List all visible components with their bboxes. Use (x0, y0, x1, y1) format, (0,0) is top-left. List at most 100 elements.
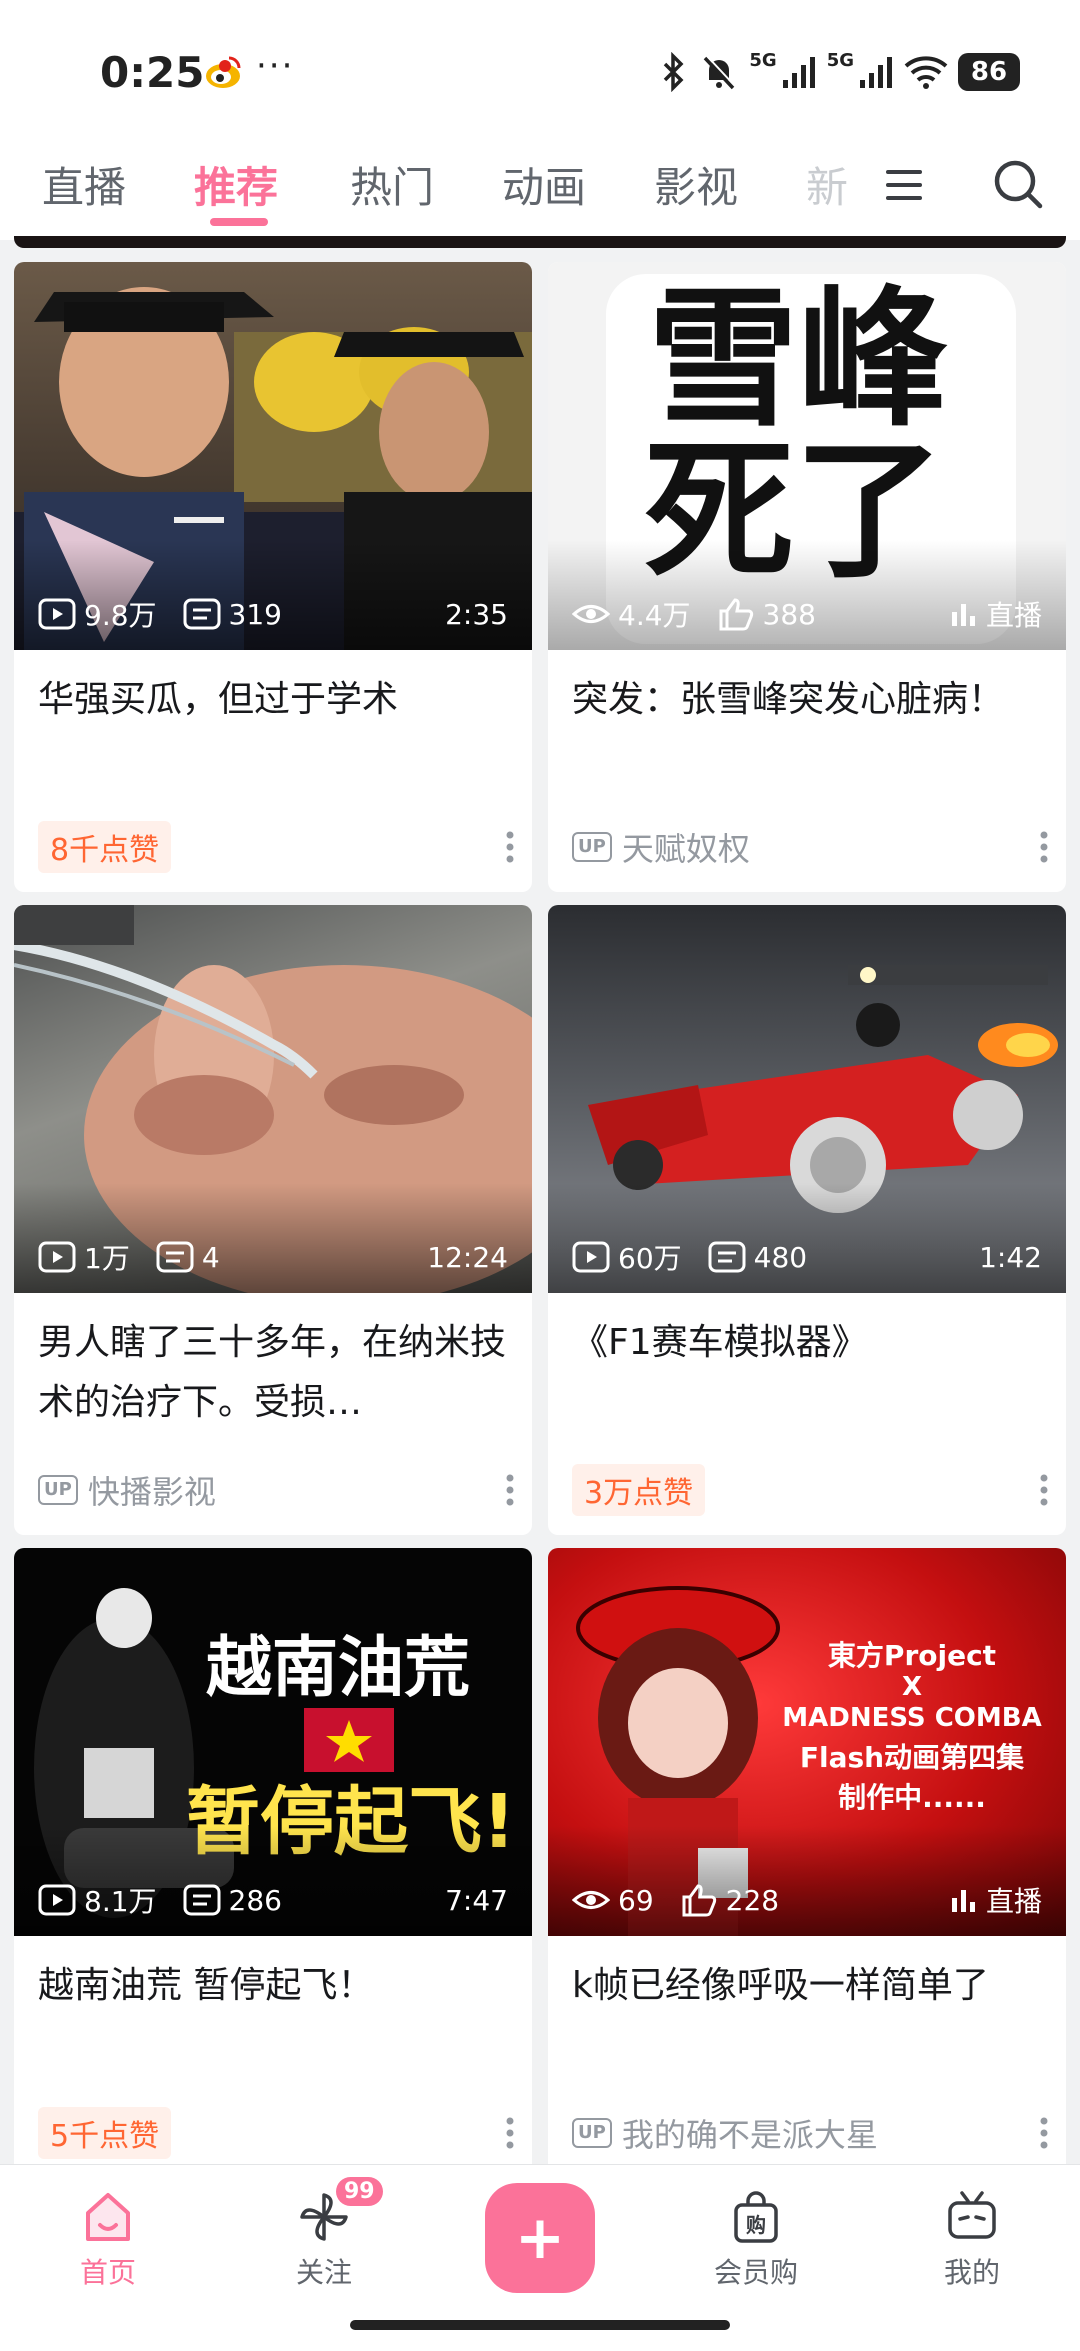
video-stats: 1万 4 12:24 (38, 1237, 508, 1277)
play-icon (38, 1884, 76, 1916)
view-count: 69 (572, 1883, 654, 1917)
more-options-icon[interactable] (504, 2115, 516, 2151)
like-count-value: 388 (762, 597, 816, 631)
tabbar-follow-label: 关注 (295, 2256, 352, 2289)
uploader-name: 我的确不是派大星 (621, 2116, 878, 2154)
like-count: 228 (680, 1883, 779, 1917)
video-card[interactable]: 60万 480 1:42 《F1赛车模拟器》 3万点赞 (548, 905, 1066, 1535)
more-options-icon[interactable] (504, 829, 516, 865)
tabbar-home-label: 首页 (79, 2256, 136, 2289)
tab-recommend[interactable]: 推荐 (194, 158, 278, 218)
video-title[interactable]: 男人瞎了三十多年，在纳米技术的治疗下。受损… (38, 1313, 508, 1433)
thumbnail-caption: 東方Project X MADNESS COMBA Flash动画第四集 制作中… (762, 1636, 1062, 1818)
thumbnail-text-line5: 制作中...... (838, 1781, 986, 1814)
live-tag-label: 直播 (985, 1885, 1042, 1918)
uploader-name: 天赋奴权 (621, 830, 750, 868)
tabbar-vip-shop[interactable]: 购 会员购 (686, 2187, 826, 2291)
tabbar-mine[interactable]: 我的 (902, 2187, 1042, 2291)
view-count-value: 69 (618, 1883, 654, 1917)
play-count: 1万 (38, 1237, 130, 1277)
network-label-2: 5G (826, 49, 854, 71)
previous-card-edge (14, 236, 1066, 248)
video-thumbnail: 60万 480 1:42 (548, 905, 1066, 1293)
danmaku-count-value: 319 (228, 597, 282, 631)
plus-icon: + (514, 2203, 566, 2273)
play-count-value: 1万 (84, 1242, 130, 1275)
card-footer: 3万点赞 (572, 1464, 1050, 1516)
danmaku-count: 286 (183, 1883, 282, 1917)
video-duration: 1:42 (979, 1240, 1042, 1274)
live-bars-icon (951, 1890, 975, 1912)
video-stats: 4.4万 388 直播 (572, 594, 1042, 634)
card-footer: UP 快播影视 (38, 1465, 516, 1515)
play-count: 9.8万 (38, 594, 157, 634)
more-options-icon[interactable] (1038, 829, 1050, 865)
thumbnail-text-line1: 雪峰 (648, 273, 949, 447)
video-title[interactable]: 越南油荒 暂停起飞！ (38, 1956, 508, 2016)
wifi-icon (904, 56, 948, 89)
danmaku-icon (183, 1884, 221, 1916)
video-thumbnail: 東方Project X MADNESS COMBA Flash动画第四集 制作中… (548, 1548, 1066, 1936)
tab-hot[interactable]: 热门 (350, 158, 434, 218)
like-count: 388 (717, 597, 816, 631)
video-card[interactable]: 9.8万 319 2:35 华强买瓜，但过于学术 8千点赞 (14, 262, 532, 892)
video-duration: 7:47 (445, 1883, 508, 1917)
likes-badge: 3万点赞 (572, 1464, 706, 1516)
video-stats: 8.1万 286 7:47 (38, 1880, 508, 1920)
more-options-icon[interactable] (1038, 1472, 1050, 1508)
uploader[interactable]: UP 天赋奴权 (572, 824, 750, 870)
shopping-bag-icon-char: 购 (746, 2213, 766, 2237)
more-options-icon[interactable] (1038, 2115, 1050, 2151)
up-badge-icon: UP (572, 832, 612, 862)
video-thumbnail: 越南油荒 暂停起飞! 8.1万 286 7:47 (14, 1548, 532, 1936)
bluetooth-icon (664, 52, 684, 92)
tab-new[interactable]: 新 (806, 158, 848, 218)
tab-film[interactable]: 影视 (654, 158, 738, 218)
video-card[interactable]: 東方Project X MADNESS COMBA Flash动画第四集 制作中… (548, 1548, 1066, 2178)
uploader-name: 快播影视 (87, 1473, 216, 1511)
play-icon (38, 1241, 76, 1273)
notification-badge: 99 (336, 2177, 383, 2206)
danmaku-count-value: 480 (753, 1240, 808, 1274)
create-post-button[interactable]: + (485, 2183, 595, 2293)
danmaku-count: 4 (156, 1240, 220, 1274)
thumbnail-text-line1: 越南油荒 (206, 1629, 470, 1706)
search-icon[interactable] (990, 156, 1046, 212)
danmaku-count: 480 (708, 1240, 807, 1274)
active-tab-indicator (210, 218, 268, 226)
video-thumbnail: 9.8万 319 2:35 (14, 262, 532, 650)
live-tag: 直播 (950, 594, 1042, 634)
thumbs-up-icon (719, 598, 753, 631)
uploader[interactable]: UP 我的确不是派大星 (572, 2110, 878, 2156)
likes-badge: 5千点赞 (38, 2107, 172, 2159)
video-thumbnail: 雪峰 死了 4.4万 388 直播 (548, 262, 1066, 650)
thumbs-up-icon (682, 1884, 716, 1917)
play-count: 8.1万 (38, 1880, 157, 1920)
shopping-bag-icon: 购 (734, 2191, 778, 2243)
network-label-1: 5G (749, 49, 777, 71)
video-title[interactable]: 华强买瓜，但过于学术 (38, 670, 508, 730)
video-card[interactable]: 雪峰 死了 4.4万 388 直播 突发：张雪峰突发心脏病！ UP 天赋奴权 (548, 262, 1066, 892)
live-tag-label: 直播 (985, 599, 1042, 632)
play-icon (38, 598, 76, 630)
menu-icon[interactable] (880, 160, 930, 210)
live-tag: 直播 (950, 1880, 1042, 1920)
likes-badge: 8千点赞 (38, 821, 172, 873)
thumbnail-text-line1: 東方Project (827, 1639, 997, 1672)
tabbar-home[interactable]: 首页 (38, 2187, 178, 2291)
video-title[interactable]: 突发：张雪峰突发心脏病！ (572, 670, 1042, 730)
status-icons: 5G 5G 86 (659, 44, 1020, 100)
like-count-value: 228 (725, 1883, 780, 1917)
tab-animation[interactable]: 动画 (502, 158, 586, 218)
uploader[interactable]: UP 快播影视 (38, 1467, 216, 1513)
weibo-icon (206, 56, 241, 88)
video-card[interactable]: 越南油荒 暂停起飞! 8.1万 286 7:47 越南油荒 暂停起飞！ 5千点赞 (14, 1548, 532, 2178)
video-stats: 9.8万 319 2:35 (38, 594, 508, 634)
tabbar-mine-label: 我的 (943, 2256, 1000, 2289)
video-title[interactable]: 《F1赛车模拟器》 (572, 1313, 1042, 1373)
tab-live[interactable]: 直播 (42, 158, 126, 218)
video-title[interactable]: k帧已经像呼吸一样简单了 (572, 1956, 1042, 2016)
video-card[interactable]: 1万 4 12:24 男人瞎了三十多年，在纳米技术的治疗下。受损… UP 快播影… (14, 905, 532, 1535)
more-options-icon[interactable] (504, 1472, 516, 1508)
home-indicator[interactable] (350, 2320, 730, 2330)
